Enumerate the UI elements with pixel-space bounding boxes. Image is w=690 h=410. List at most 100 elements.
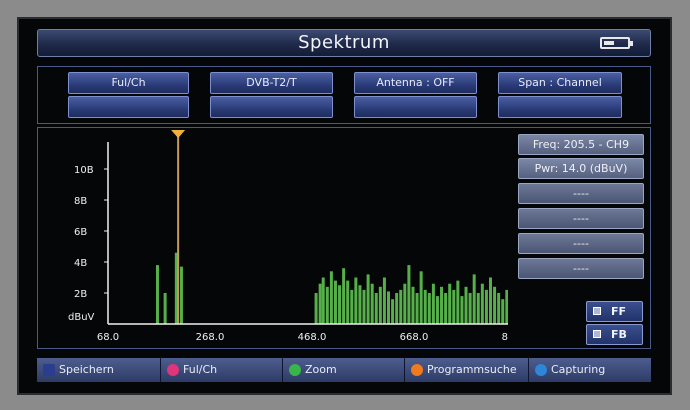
spectrum-bar <box>358 285 362 324</box>
blue-key-icon <box>43 364 55 376</box>
spectrum-bar <box>362 289 366 324</box>
spectrum-bar <box>391 299 395 324</box>
spectrum-bar <box>456 280 460 324</box>
page-title: Spektrum <box>298 32 390 53</box>
x-tick-label: 468.0 <box>298 332 327 343</box>
power-readout: Pwr: 14.0 (dBuV) <box>518 158 644 179</box>
spectrum-bar <box>338 285 342 324</box>
spectrum-bar <box>472 274 476 324</box>
blue-key-icon <box>535 364 547 376</box>
fb-toggle-button[interactable]: FB <box>586 324 643 345</box>
spectrum-bar <box>460 296 464 324</box>
spectrum-bar <box>427 293 431 324</box>
battery-level-fill <box>604 41 614 45</box>
red-key-icon <box>167 364 179 376</box>
mode-button[interactable]: Ful/Ch <box>68 72 189 94</box>
fb-toggle-label: FB <box>611 328 627 341</box>
spectrum-bar <box>321 277 325 324</box>
device-screen: Spektrum Ful/Ch DVB-T2/T Antenna : OFF S… <box>17 17 672 395</box>
spectrum-bar <box>452 289 456 324</box>
orange-key-icon <box>411 364 423 376</box>
spectrum-bar <box>419 271 423 324</box>
checkbox-icon <box>593 307 601 315</box>
ff-toggle-label: FF <box>611 305 627 318</box>
spectrum-bar <box>382 277 386 324</box>
spectrum-bar <box>370 283 374 324</box>
spectrum-bar <box>346 280 350 324</box>
footer-zoom-button[interactable]: Zoom <box>283 358 405 382</box>
spectrum-bar <box>505 289 508 324</box>
spectrum-bar <box>501 299 505 324</box>
spectrum-bar <box>155 265 159 324</box>
spectrum-bar <box>489 277 492 324</box>
span-button[interactable]: Span : Channel <box>498 72 622 94</box>
checkbox-icon <box>593 330 601 338</box>
freq-readout: Freq: 205.5 - CH9 <box>518 134 644 155</box>
footer-label: Programmsuche <box>427 363 517 376</box>
side-slot-4[interactable]: ---- <box>518 258 644 279</box>
footer-speichern-button[interactable]: Speichern <box>37 358 161 382</box>
footer-label: Speichern <box>59 363 114 376</box>
x-tick-label: 668.0 <box>400 332 429 343</box>
spectrum-bar <box>350 289 354 324</box>
spectrum-bar <box>464 286 468 324</box>
spectrum-bar <box>179 266 183 324</box>
settings-menu: Ful/Ch DVB-T2/T Antenna : OFF Span : Cha… <box>37 66 651 124</box>
footer-label: Ful/Ch <box>183 363 218 376</box>
spectrum-bar <box>411 286 415 324</box>
spectrum-bar <box>314 293 318 324</box>
y-tick-label: 8B <box>74 196 87 207</box>
spectrum-bar <box>468 293 472 324</box>
x-tick-label: 868.0 <box>502 332 508 343</box>
spectrum-bar <box>378 286 382 324</box>
side-slot-3[interactable]: ---- <box>518 233 644 254</box>
footer-capturing-button[interactable]: Capturing <box>529 358 651 382</box>
spectrum-bar <box>342 268 346 324</box>
spectrum-bar <box>333 280 337 324</box>
spectrum-bar <box>493 286 497 324</box>
spectrum-bar <box>163 293 167 324</box>
menu-slot-4-button[interactable] <box>498 96 622 118</box>
menu-slot-3-button[interactable] <box>354 96 477 118</box>
footer-label: Capturing <box>551 363 606 376</box>
title-bar: Spektrum <box>37 29 651 57</box>
ff-toggle-button[interactable]: FF <box>586 301 643 322</box>
spectrum-bar <box>497 293 501 324</box>
spectrum-bar <box>387 291 390 324</box>
spectrum-bar <box>318 283 322 324</box>
spectrum-bar <box>423 289 427 324</box>
spectrum-bar <box>354 277 358 324</box>
menu-slot-2-button[interactable] <box>210 96 333 118</box>
standard-button[interactable]: DVB-T2/T <box>210 72 333 94</box>
x-tick-label: 268.0 <box>196 332 225 343</box>
y-axis-label: dBuV <box>68 312 95 323</box>
battery-icon <box>600 37 633 49</box>
frequency-marker-icon[interactable] <box>171 130 186 138</box>
y-tick-label: 10B <box>74 165 94 176</box>
spectrum-bar <box>480 283 484 324</box>
spectrum-bar <box>484 289 488 324</box>
spectrum-plot-area: 10B 8B 6B 4B 2B 68.0 268.0 468.0 668.0 868.0 dBu… <box>37 127 651 349</box>
function-key-bar: Speichern Ful/Ch Zoom Programmsuche Capt… <box>37 358 651 382</box>
antenna-button[interactable]: Antenna : OFF <box>354 72 477 94</box>
spectrum-bar <box>431 283 435 324</box>
y-tick-label: 2B <box>74 289 87 300</box>
spectrum-bar <box>415 293 419 324</box>
spectrum-bar <box>435 296 439 324</box>
footer-label: Zoom <box>305 363 337 376</box>
menu-slot-1-button[interactable] <box>68 96 189 118</box>
spectrum-bar <box>407 265 411 324</box>
footer-programmsuche-button[interactable]: Programmsuche <box>405 358 529 382</box>
spectrum-bar <box>440 286 444 324</box>
spectrum-chart: 10B 8B 6B 4B 2B 68.0 268.0 468.0 668.0 868.0 dBu… <box>68 130 508 343</box>
green-key-icon <box>289 364 301 376</box>
x-tick-label: 68.0 <box>97 332 119 343</box>
side-slot-1[interactable]: ---- <box>518 183 644 204</box>
footer-fulch-button[interactable]: Ful/Ch <box>161 358 283 382</box>
spectrum-bar <box>399 289 403 324</box>
spectrum-bar <box>374 293 378 324</box>
side-slot-2[interactable]: ---- <box>518 208 644 229</box>
spectrum-bar <box>395 293 399 324</box>
spectrum-bar <box>366 274 370 324</box>
spectrum-bar <box>403 283 407 324</box>
